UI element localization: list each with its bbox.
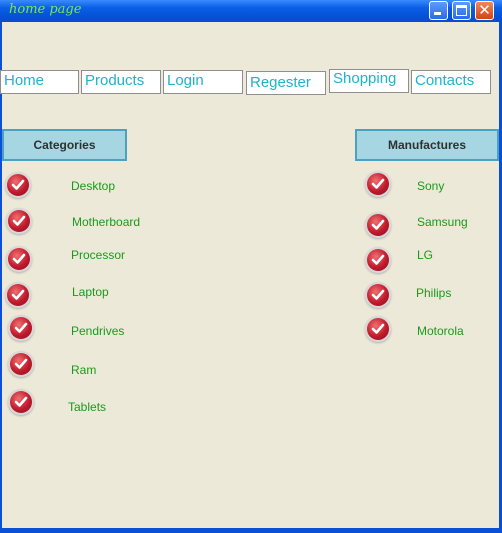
close-icon: ✕: [478, 1, 491, 19]
title-bar[interactable]: home page ✕: [0, 0, 502, 22]
check-circle-icon: [367, 214, 389, 236]
nav-shopping[interactable]: Shopping: [329, 69, 409, 93]
manufacturer-item-philips[interactable]: Philips: [416, 286, 451, 300]
minimize-button[interactable]: [429, 1, 448, 20]
category-item-processor[interactable]: Processor: [71, 248, 125, 262]
check-circle-icon: [367, 284, 389, 306]
close-button[interactable]: ✕: [475, 1, 494, 20]
category-item-ram[interactable]: Ram: [71, 363, 96, 377]
nav-products[interactable]: Products: [81, 70, 161, 94]
manufactures-header: Manufactures: [355, 129, 499, 161]
category-item-laptop[interactable]: Laptop: [72, 285, 109, 299]
check-circle-icon: [10, 353, 32, 375]
check-circle-icon: [10, 391, 32, 413]
check-circle-icon: [367, 318, 389, 340]
check-circle-icon: [367, 173, 389, 195]
nav-login[interactable]: Login: [163, 70, 243, 94]
window-title: home page: [9, 2, 82, 17]
check-circle-icon: [8, 210, 30, 232]
check-circle-icon: [8, 248, 30, 270]
check-circle-icon: [10, 317, 32, 339]
maximize-icon: [456, 5, 467, 16]
manufacturer-item-lg[interactable]: LG: [417, 248, 433, 262]
check-circle-icon: [7, 284, 29, 306]
nav-home[interactable]: Home: [0, 70, 79, 94]
nav-regester[interactable]: Regester: [246, 71, 326, 95]
maximize-button[interactable]: [452, 1, 471, 20]
manufacturer-item-sony[interactable]: Sony: [417, 179, 444, 193]
manufacturer-item-samsung[interactable]: Samsung: [417, 215, 468, 229]
category-item-tablets[interactable]: Tablets: [68, 400, 106, 414]
app-window: home page ✕ Home Products Login Regester…: [0, 0, 502, 533]
check-circle-icon: [7, 174, 29, 196]
manufacturer-item-motorola[interactable]: Motorola: [417, 324, 464, 338]
minimize-icon: [434, 12, 441, 15]
client-area: Home Products Login Regester Shopping Co…: [0, 22, 499, 528]
category-item-pendrives[interactable]: Pendrives: [71, 324, 124, 338]
categories-header: Categories: [2, 129, 127, 161]
category-item-desktop[interactable]: Desktop: [71, 179, 115, 193]
category-item-motherboard[interactable]: Motherboard: [72, 215, 140, 229]
nav-contacts[interactable]: Contacts: [411, 70, 491, 94]
check-circle-icon: [367, 249, 389, 271]
